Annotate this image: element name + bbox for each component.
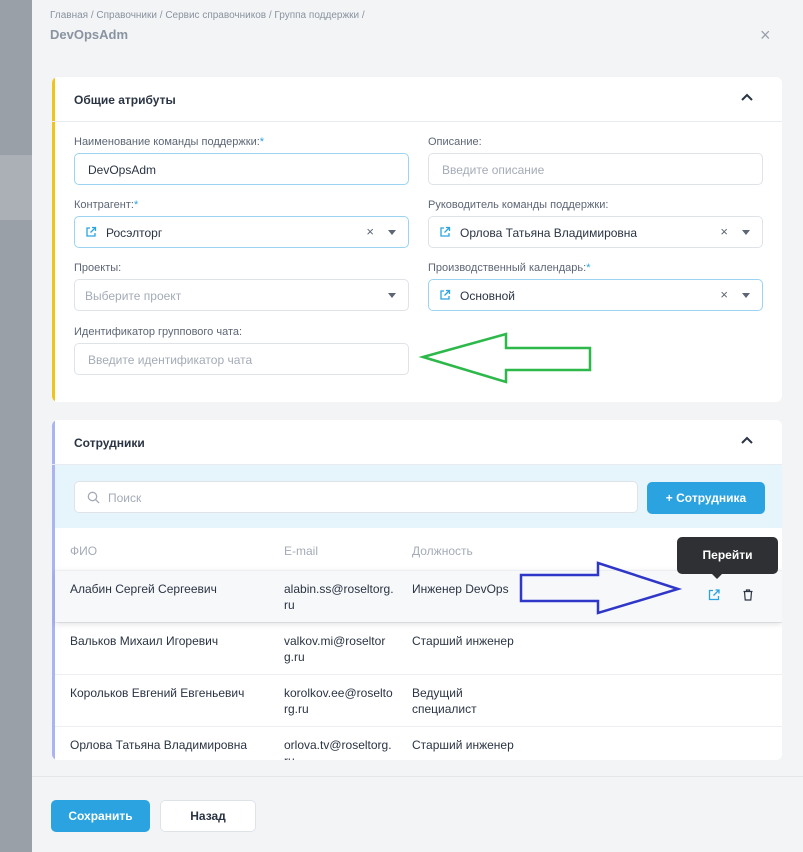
page-title: DevOpsAdm <box>50 27 129 42</box>
leader-value: Орлова Татьяна Владимировна <box>460 226 638 240</box>
external-link-icon[interactable] <box>439 289 451 301</box>
employee-name: Вальков Михаил Игоревич <box>70 634 219 648</box>
employees-toolbar: Поиск + Сотрудника <box>55 465 782 528</box>
employee-email: alabin.ss@roseltorg.ru <box>284 582 394 612</box>
general-card-title: Общие атрибуты <box>74 93 176 107</box>
projects-placeholder: Выберите проект <box>85 289 182 303</box>
employee-position: Старший инженер <box>412 738 514 752</box>
backdrop-band <box>0 155 32 220</box>
clear-icon[interactable]: × <box>720 225 728 239</box>
team-name-input[interactable]: DevOpsAdm <box>74 153 409 185</box>
calendar-label: Производственный календарь:* <box>428 262 591 274</box>
projects-label: Проекты: <box>74 262 122 274</box>
employee-name: Алабин Сергей Сергеевич <box>70 582 217 596</box>
employee-name: Корольков Евгений Евгеньевич <box>70 686 245 700</box>
calendar-select[interactable]: Основной × <box>428 279 763 311</box>
chat-id-placeholder: Введите идентификатор чата <box>88 353 253 367</box>
caret-down-icon[interactable] <box>388 293 396 298</box>
column-header-email[interactable]: E-mail <box>284 544 318 558</box>
employee-email: korolkov.ee@roseltorg.ru <box>284 686 393 716</box>
external-link-icon[interactable] <box>707 588 721 602</box>
caret-down-icon[interactable] <box>388 230 396 235</box>
leader-label: Руководитель команды поддержки: <box>428 199 609 211</box>
back-button[interactable]: Назад <box>160 800 256 832</box>
clear-icon[interactable]: × <box>720 288 728 302</box>
projects-select[interactable]: Выберите проект <box>74 279 409 311</box>
close-icon[interactable]: × <box>760 26 771 44</box>
chat-id-label: Идентификатор группового чата: <box>74 326 243 338</box>
trash-icon[interactable] <box>741 588 755 602</box>
external-link-icon[interactable] <box>439 226 451 238</box>
table-row[interactable]: Вальков Михаил Игоревич valkov.mi@roselt… <box>55 622 782 674</box>
modal-panel: Главная / Справочники / Сервис справочни… <box>32 0 803 852</box>
description-input[interactable]: Введите описание <box>428 153 763 185</box>
caret-down-icon[interactable] <box>742 230 750 235</box>
save-button[interactable]: Сохранить <box>51 800 150 832</box>
general-accent-bar <box>52 77 55 402</box>
column-header-position[interactable]: Должность <box>412 544 473 558</box>
employee-email: valkov.mi@roseltorg.ru <box>284 634 386 664</box>
team-name-value: DevOpsAdm <box>88 163 157 177</box>
column-header-name[interactable]: ФИО <box>70 544 97 558</box>
tooltip-go: Перейти <box>677 537 778 579</box>
table-row[interactable]: Корольков Евгений Евгеньевич korolkov.ee… <box>55 674 782 726</box>
table-row[interactable]: Орлова Татьяна Владимировна orlova.tv@ro… <box>55 726 782 760</box>
form-footer: Сохранить Назад <box>32 776 803 852</box>
external-link-icon[interactable] <box>85 226 97 238</box>
contractor-select[interactable]: Росэлторг × <box>74 216 409 248</box>
search-placeholder: Поиск <box>108 491 142 505</box>
chat-id-input[interactable]: Введите идентификатор чата <box>74 343 409 375</box>
team-name-label: Наименование команды поддержки:* <box>74 136 265 148</box>
description-label: Описание: <box>428 136 482 148</box>
employees-card-header[interactable]: Сотрудники <box>52 420 782 465</box>
leader-select[interactable]: Орлова Татьяна Владимировна × <box>428 216 763 248</box>
employee-position: Инженер DevOps <box>412 582 509 596</box>
chevron-up-icon[interactable] <box>740 91 754 105</box>
employees-card: Сотрудники Поиск + Сотрудника ФИО E-mail… <box>52 420 782 760</box>
employee-position: Ведущий специалист <box>412 686 477 716</box>
search-input[interactable]: Поиск <box>74 481 638 513</box>
caret-down-icon[interactable] <box>742 293 750 298</box>
calendar-value: Основной <box>460 289 516 303</box>
employee-position: Старший инженер <box>412 634 514 648</box>
chevron-up-icon[interactable] <box>740 434 754 448</box>
contractor-value: Росэлторг <box>106 226 163 240</box>
employees-card-title: Сотрудники <box>74 436 145 450</box>
page-backdrop <box>0 0 32 852</box>
employee-email: orlova.tv@roseltorg.ru <box>284 738 392 760</box>
employee-name: Орлова Татьяна Владимировна <box>70 738 248 752</box>
clear-icon[interactable]: × <box>366 225 374 239</box>
search-icon <box>87 491 100 504</box>
table-row[interactable]: Алабин Сергей Сергеевич alabin.ss@roselt… <box>55 570 782 622</box>
add-employee-button[interactable]: + Сотрудника <box>647 482 765 514</box>
general-card-header[interactable]: Общие атрибуты <box>52 77 782 122</box>
description-placeholder: Введите описание <box>442 163 545 177</box>
general-attributes-card: Общие атрибуты Наименование команды подд… <box>52 77 782 402</box>
breadcrumb[interactable]: Главная / Справочники / Сервис справочни… <box>50 10 365 21</box>
contractor-label: Контрагент:* <box>74 199 139 211</box>
